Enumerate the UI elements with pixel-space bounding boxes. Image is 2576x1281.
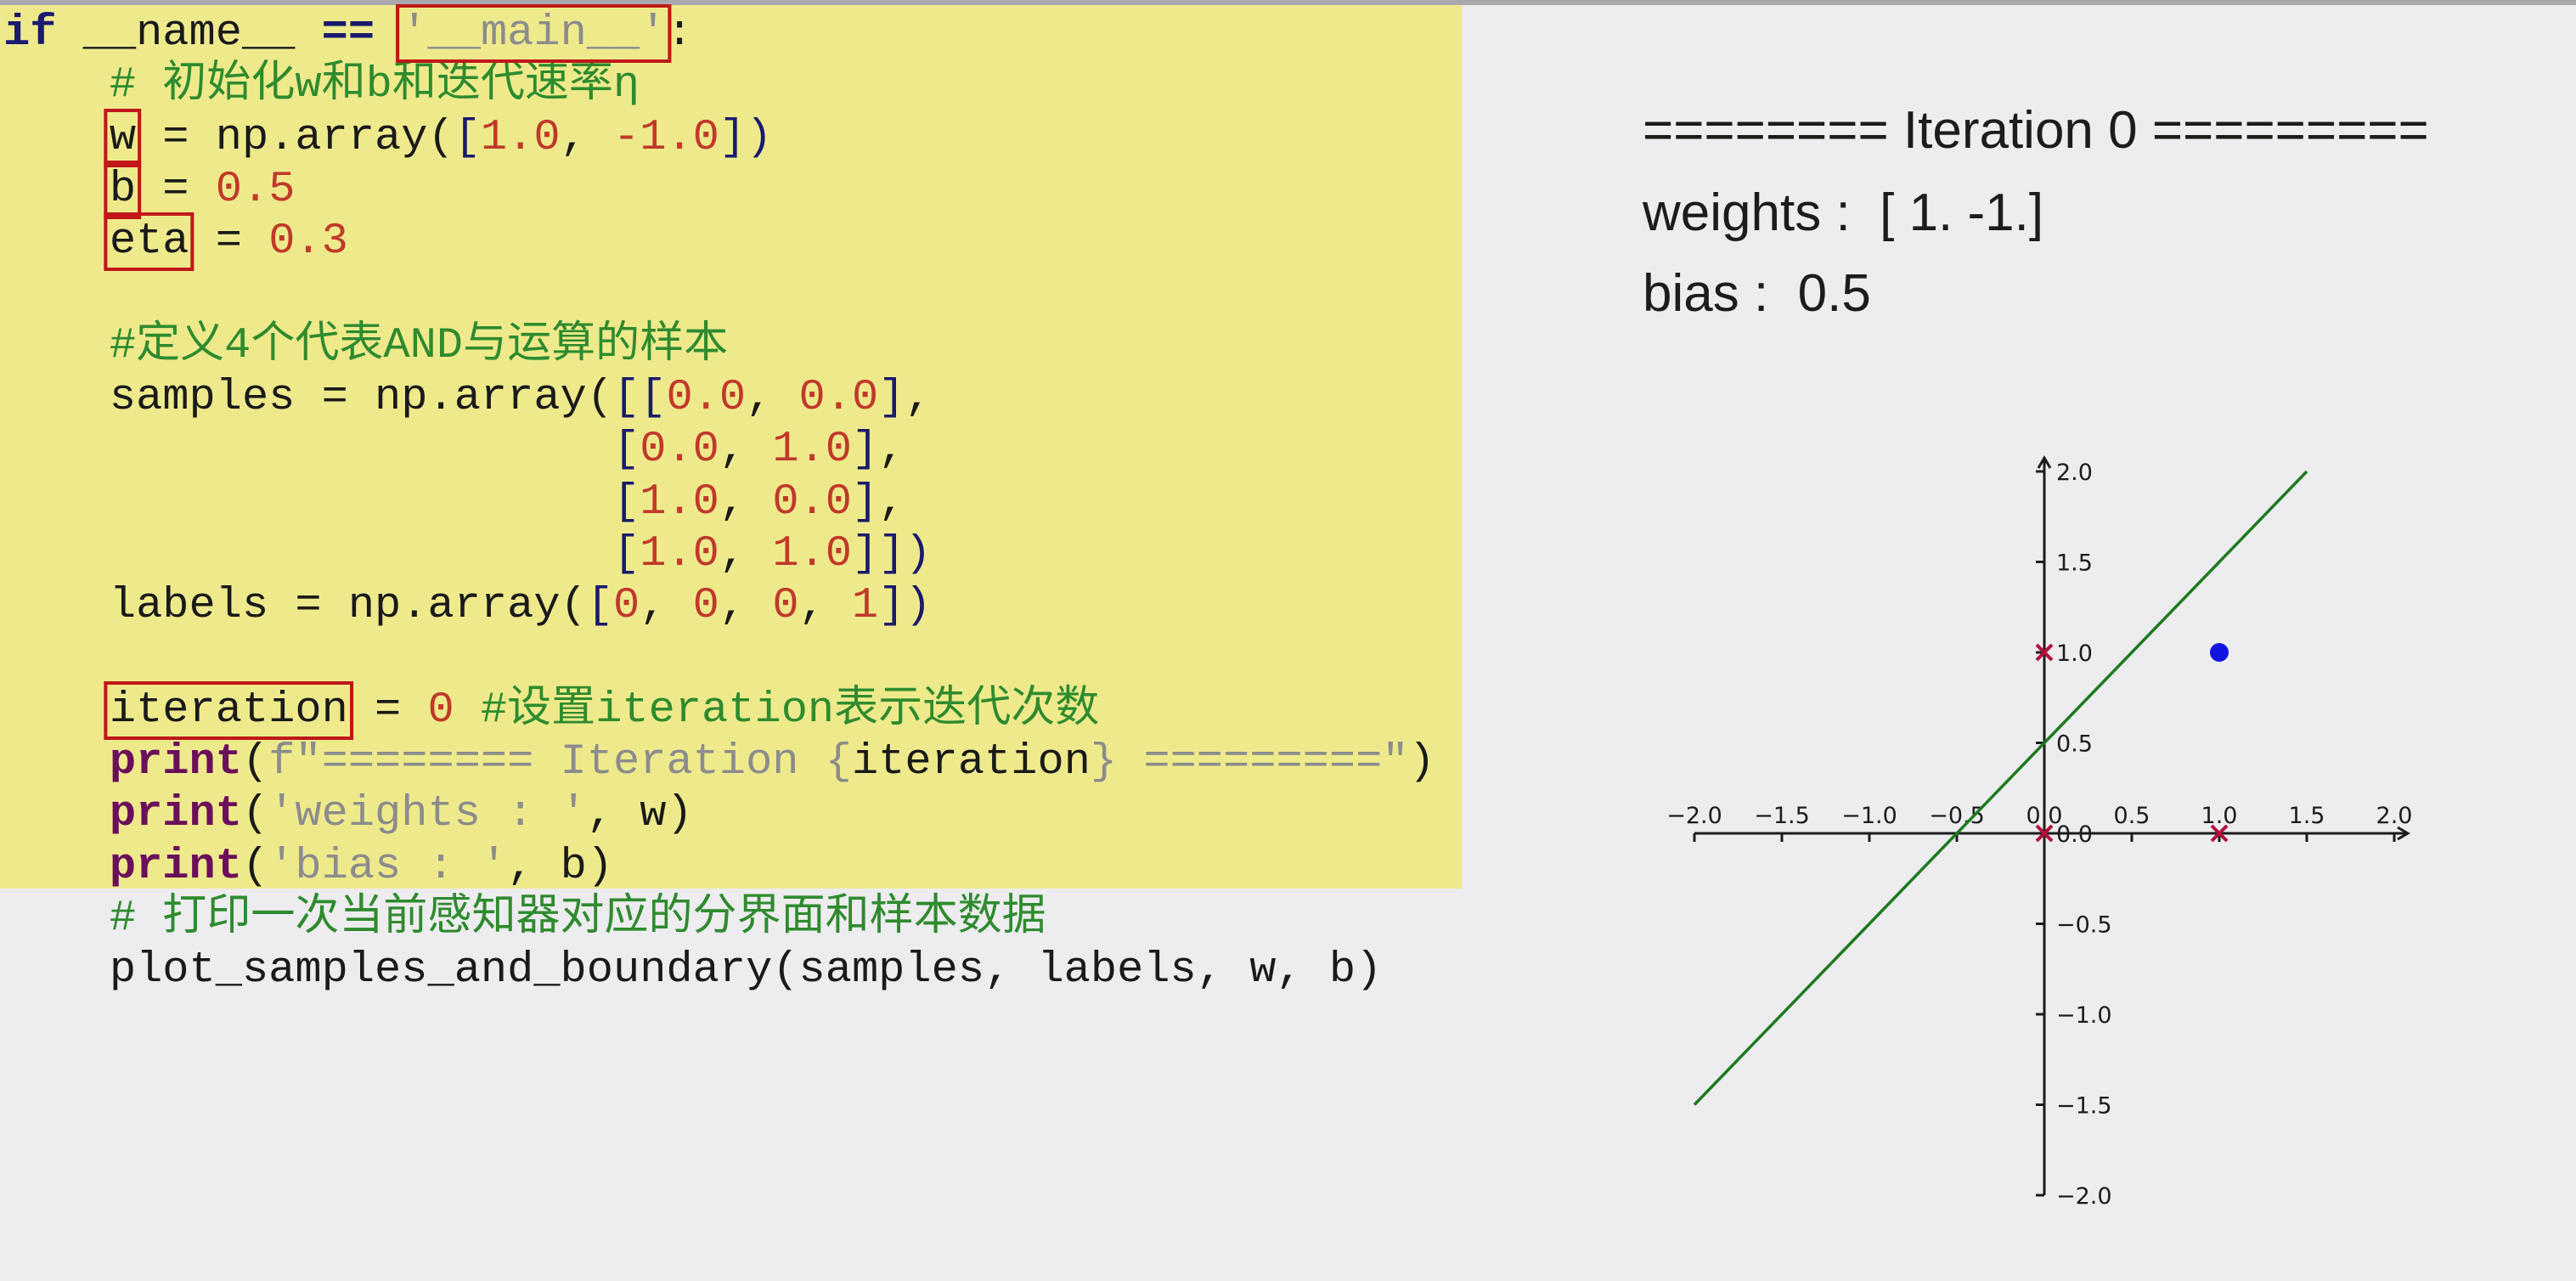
perceptron-plot: −2.0−2.0−1.5−1.5−1.0−1.0−0.5−0.50.00.00.… (1666, 455, 2413, 1210)
x-tick-label: −2.0 (1666, 803, 1722, 829)
y-tick-label: 0.0 (2056, 821, 2093, 848)
x-tick-label: 1.0 (2201, 803, 2238, 829)
y-tick-label: −0.5 (2056, 912, 2112, 939)
positive-sample-marker (2210, 643, 2229, 662)
x-tick-label: 0.5 (2114, 803, 2150, 829)
y-tick-label: 1.0 (2056, 640, 2093, 667)
y-tick-label: −1.0 (2056, 1002, 2112, 1029)
x-tick-label: −1.5 (1754, 803, 1810, 829)
y-tick-label: 1.5 (2056, 550, 2093, 577)
y-tick-label: 0.5 (2056, 731, 2093, 758)
x-tick-label: 2.0 (2376, 803, 2413, 829)
y-tick-label: −1.5 (2056, 1093, 2112, 1120)
y-tick-label: −2.0 (2056, 1183, 2112, 1210)
y-tick-label: 2.0 (2056, 460, 2093, 486)
x-tick-label: −0.5 (1929, 803, 1985, 829)
x-tick-label: −1.0 (1841, 803, 1897, 829)
decision-boundary-line (1693, 470, 2308, 1106)
x-tick-label: 1.5 (2289, 803, 2325, 829)
